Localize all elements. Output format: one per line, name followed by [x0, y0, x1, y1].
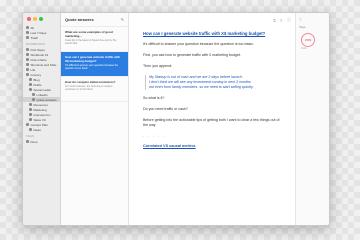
notebook-icon [29, 118, 32, 121]
sidebar-item-label: Done [30, 139, 38, 144]
info-icon[interactable]: ⓘ [299, 17, 326, 21]
notebook-icon [29, 108, 32, 111]
note-title: How do I acquire initial customers? [65, 80, 116, 84]
note-icon [26, 26, 29, 29]
clock-icon [26, 31, 29, 34]
note-list-header: Quote answers ✎ [61, 13, 128, 27]
paragraph: First, you ask how to generate traffic w… [143, 53, 242, 57]
tag-icon [26, 140, 29, 143]
minimize-window-button[interactable] [33, 17, 37, 21]
section-separator: • • • • • [143, 134, 166, 138]
sidebar-item-label: Linkedin [36, 92, 48, 97]
blockquote: My Startup is out of cash and we are 2 d… [145, 75, 285, 90]
sidebar-item-label: Blog [33, 77, 40, 82]
notebook-icon [26, 73, 29, 76]
notebook-icon [32, 93, 35, 96]
info-panel-label: Tags [299, 25, 306, 29]
sidebar-item-label: Trash [30, 35, 39, 40]
sidebar-item-label: Last 7 Days [30, 30, 47, 35]
notebook-icon [26, 58, 29, 61]
notebook-icon [26, 68, 29, 71]
sidebar-item-label: Sales VC [33, 117, 47, 122]
notebook-icon [29, 128, 32, 131]
sidebar-item-label: Resources [33, 102, 48, 107]
list-item[interactable]: What are some examples of good marketing… [61, 27, 128, 52]
app-window: All Last 7 Days Trash Notebooks First St… [22, 12, 330, 226]
maximize-window-button[interactable] [39, 17, 43, 21]
notebook-icon [29, 113, 32, 116]
paragraph: It's difficult to answer your question b… [143, 42, 254, 46]
paragraph: So what is it? [143, 96, 165, 100]
sidebar-item-label: Marketing [33, 107, 47, 112]
sidebar-item-label: Flow Charts [30, 57, 47, 62]
note-list: Quote answers ✎ What are some examples o… [61, 13, 129, 225]
subheading: Correlated VS causal metrics [143, 144, 196, 148]
editor-toolbar: ⌗ ⇪ ⓘ [129, 13, 295, 27]
note-preview: It's difficult to answer your question b… [65, 64, 119, 71]
notebook-icon [29, 88, 32, 91]
notebook-icon [29, 78, 32, 81]
note-title: What are some examples of good marketing… [65, 30, 113, 38]
sidebar-item-label: Content Plan [30, 122, 48, 127]
sidebar-item-label: Life [30, 67, 36, 72]
sidebar-item-label: Social media [33, 87, 51, 92]
notebook-title: Quote answers [65, 17, 94, 22]
tags-heading: Tags [26, 134, 34, 138]
notebook-icon [32, 98, 35, 101]
notebook-list: First Steps Workbook 01 Flow Charts Shortcu… [23, 47, 60, 132]
sidebar-item-label: Interview fol... [33, 112, 53, 117]
list-item[interactable]: How do I acquire initial customers? For … [61, 77, 128, 102]
quote-line: not even from family members, so we need… [149, 85, 254, 89]
note-editor[interactable]: ⌗ ⇪ ⓘ How can I generate website traffic… [129, 13, 295, 225]
notebook-icon [26, 48, 29, 51]
notebook-icon [29, 83, 32, 86]
share-icon[interactable]: ⇪ [280, 18, 283, 23]
note-preview: Great list in the latest of Quora free a… [65, 39, 117, 46]
list-item-selected[interactable]: How can I generate website traffic with … [61, 52, 128, 77]
note-heading: How can I generate website traffic with … [143, 31, 266, 36]
note-preview: For most business, the best way to acqui… [65, 85, 113, 92]
tag-icon[interactable]: ⌗ [273, 18, 275, 23]
info-panel: ⓘ Tags 1583 LIKE [295, 13, 329, 225]
sidebar-item-label: Drafts [33, 82, 42, 87]
note-title: How can I generate website traffic with … [65, 55, 121, 63]
info-icon[interactable]: ⓘ [287, 17, 291, 23]
sidebar-item-tag-done[interactable]: Done [23, 139, 60, 144]
paragraph: Before getting into the actionable tips … [143, 118, 280, 127]
word-count-badge: 1583 [301, 33, 315, 47]
paragraph: Then you append: [143, 64, 172, 68]
info-panel-side-label: LIKE [301, 47, 307, 50]
close-window-button[interactable] [27, 17, 31, 21]
notebook-icon [26, 123, 29, 126]
sidebar-item-label: Ideas [33, 127, 41, 132]
editor-body[interactable]: How can I generate website traffic with … [129, 27, 295, 148]
sidebar-item-label: Workbook 01 [30, 52, 49, 57]
window-controls [23, 17, 60, 25]
sidebar-item-label: First Steps [30, 47, 45, 52]
notebook-icon [26, 53, 29, 56]
paragraph: Do you need traffic or cash? [143, 107, 188, 111]
notebook-icon [29, 103, 32, 106]
notebook-icon [26, 63, 29, 66]
sidebar-item-label: Grocery [30, 72, 42, 77]
sidebar: All Last 7 Days Trash Notebooks First St… [23, 13, 61, 225]
sidebar-item-label: Quote answers [36, 97, 57, 102]
notebooks-heading: Notebooks [26, 42, 46, 46]
trash-icon [26, 36, 29, 39]
compose-icon[interactable]: ✎ [121, 17, 124, 22]
sidebar-item-label: Shortcuts and Shar... [30, 62, 59, 67]
sidebar-item-label: All [30, 25, 34, 30]
